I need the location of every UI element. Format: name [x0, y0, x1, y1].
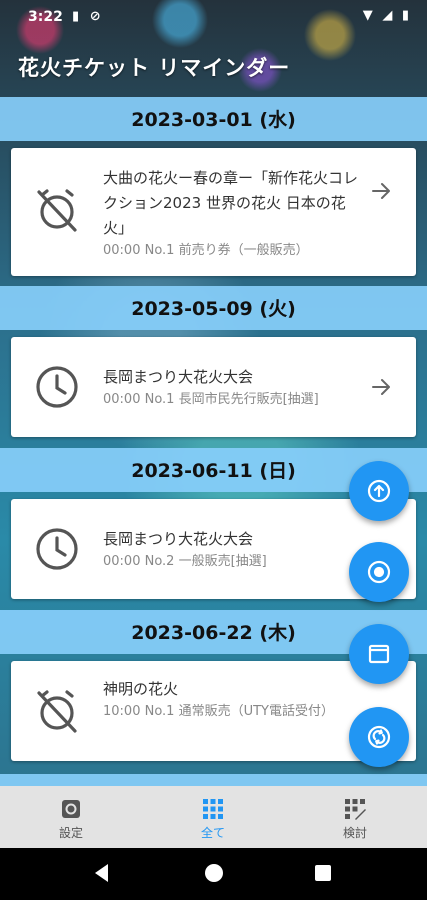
recent-apps-icon[interactable] — [315, 865, 331, 881]
grid-icon — [203, 799, 223, 819]
app-bar: 花火チケット リマインダー — [0, 34, 427, 94]
clock-icon — [33, 525, 81, 573]
battery-icon: ▮ — [401, 8, 409, 23]
settings-icon — [62, 800, 80, 818]
card-subtitle: 10:00 No.1 通常販売（UTY電話受付） — [103, 704, 334, 719]
nav-settings[interactable]: 設定 — [0, 786, 142, 848]
consider-grid-icon — [345, 799, 366, 820]
nav-all[interactable]: 全て — [142, 786, 284, 848]
ticket-card[interactable]: 大曲の花火ー春の章ー「新作花火コレクション2023 世界の花火 日本の花火」 0… — [11, 148, 416, 276]
sync-button[interactable] — [349, 707, 409, 767]
nav-consider[interactable]: 検討 — [284, 786, 426, 848]
nav-consider-label: 検討 — [342, 826, 367, 840]
card-title: 長岡まつり大花火大会 — [103, 530, 254, 548]
status-bar: 3:22 ▮ ⊘ ▼ ◢ ▮ — [0, 0, 427, 34]
current-position-button[interactable] — [349, 542, 409, 602]
card-title: 大曲の花火ー春の章ー「新作花火コレクション2023 世界の花火 日本の花火」 — [103, 169, 359, 237]
nav-settings-label: 設定 — [58, 826, 83, 840]
back-icon[interactable] — [95, 864, 108, 882]
card-title: 長岡まつり大花火大会 — [103, 368, 254, 386]
do-not-disturb-icon: ⊘ — [89, 9, 101, 24]
clock-icon — [33, 363, 81, 411]
app-title: 花火チケット リマインダー — [18, 56, 291, 80]
sim-card-icon: ▮ — [72, 9, 80, 24]
status-time: 3:22 — [28, 9, 63, 25]
window-button[interactable] — [349, 624, 409, 684]
nav-all-label: 全て — [200, 826, 225, 840]
card-subtitle: 00:00 No.2 一般販売[抽選] — [103, 554, 267, 569]
scroll-top-icon — [367, 479, 391, 503]
date-header-partial — [0, 774, 427, 786]
scroll-top-button[interactable] — [349, 461, 409, 521]
card-subtitle: 00:00 No.1 長岡市民先行販売[抽選] — [103, 392, 319, 407]
card-subtitle: 00:00 No.1 前売り券（一般販売） — [103, 243, 309, 258]
date-header: 2023-05-09 (火) — [0, 286, 427, 330]
sync-icon — [367, 725, 391, 749]
system-navigation-bar — [0, 848, 427, 900]
wifi-icon: ▼ — [362, 8, 373, 23]
window-icon — [368, 644, 390, 664]
alarm-off-icon — [33, 186, 81, 234]
alarm-off-icon — [33, 687, 81, 735]
home-icon[interactable] — [205, 864, 223, 882]
signal-icon: ◢ — [382, 8, 393, 23]
ticket-card[interactable]: 長岡まつり大花火大会 00:00 No.1 長岡市民先行販売[抽選] — [11, 337, 416, 437]
target-icon — [367, 560, 391, 584]
bottom-navigation: 設定 全て 検討 — [0, 786, 427, 848]
reminder-list[interactable]: 2023-03-01 (水) 大曲の花火ー春の章ー「新作花火コレクション2023… — [0, 94, 427, 786]
date-header: 2023-03-01 (水) — [0, 97, 427, 141]
card-title: 神明の花火 — [103, 680, 179, 698]
arrow-right-icon[interactable] — [370, 180, 392, 202]
arrow-right-icon[interactable] — [370, 376, 392, 398]
